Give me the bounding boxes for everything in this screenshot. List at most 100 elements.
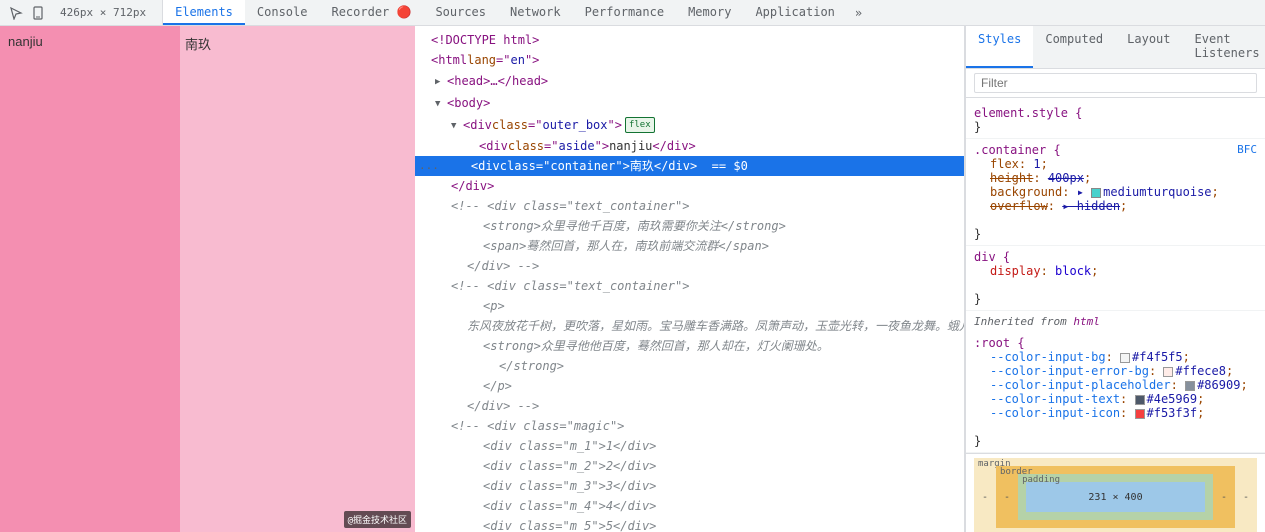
toolbar-left: 426px × 712px xyxy=(0,0,163,25)
container-open: <div xyxy=(471,157,500,175)
preview-left-text: nanjiu xyxy=(8,34,43,49)
toolbar-tabs: Elements Console Recorder 🔴 Sources Netw… xyxy=(163,0,1265,25)
tab-computed[interactable]: Computed xyxy=(1033,26,1115,68)
span1-line[interactable]: <span>蓦然回首，那人在，南玖前端交流群</span> xyxy=(415,236,964,256)
html-open: <html xyxy=(431,51,467,69)
tab-event-listeners[interactable]: Event Listeners xyxy=(1183,26,1265,68)
body-toggle[interactable] xyxy=(435,93,447,113)
tab-elements[interactable]: Elements xyxy=(163,0,245,25)
color-input-bg-prop: --color-input-bg: #f4f5f5; xyxy=(974,350,1257,364)
more-tabs-button[interactable]: » xyxy=(847,6,870,20)
color-input-placeholder-prop: --color-input-placeholder: #86909; xyxy=(974,378,1257,392)
html-eq: =" xyxy=(496,51,510,69)
inherited-source: html xyxy=(1073,315,1100,328)
aside-text: nanjiu xyxy=(609,137,652,155)
container-line[interactable]: ... <div class="container">南玖</div> == $… xyxy=(415,156,964,176)
m2-line[interactable]: <div class="m_2">2</div> xyxy=(415,456,964,476)
strong2-line[interactable]: <strong>众里寻他他百度，蓦然回首，那人却在，灯火阑珊处。 xyxy=(415,336,964,356)
comment1-line[interactable]: <!-- <div class="text_container"> xyxy=(415,196,964,216)
margin-box: margin - border - padding xyxy=(974,458,1257,532)
div-rule-close: } xyxy=(974,292,981,306)
strong2-text: <strong>众里寻他他百度，蓦然回首，那人却在，灯火阑珊处。 xyxy=(483,337,829,355)
strong-close-line[interactable]: </strong> xyxy=(415,356,964,376)
m1-text: <div class="m_1">1</div> xyxy=(483,437,656,455)
poem-text: 东风夜放花千树，更吹落，星如雨。宝马雕车香满路。凤箫声动，玉壶光转，一夜鱼龙舞。… xyxy=(467,317,965,335)
m1-line[interactable]: <div class="m_1">1</div> xyxy=(415,436,964,456)
container-selector: .container { xyxy=(974,143,1061,157)
tab-styles[interactable]: Styles xyxy=(966,26,1033,68)
div-close2-line[interactable]: </div> --> xyxy=(415,256,964,276)
doctype-line[interactable]: <!DOCTYPE html> xyxy=(415,30,964,50)
cursor-icon[interactable] xyxy=(8,5,24,21)
tab-memory[interactable]: Memory xyxy=(676,0,743,25)
tab-recorder[interactable]: Recorder 🔴 xyxy=(319,0,423,25)
inherited-from: Inherited from html xyxy=(966,311,1265,332)
filter-input[interactable] xyxy=(974,73,1257,93)
div-close-line[interactable]: </div> xyxy=(415,176,964,196)
outer-box-tag: <div xyxy=(463,116,492,134)
container-val: container xyxy=(550,157,615,175)
p-close-line[interactable]: </p> xyxy=(415,376,964,396)
aside-open: <div xyxy=(479,137,508,155)
div-close3-line[interactable]: </div> --> xyxy=(415,396,964,416)
aside-line[interactable]: <div class="aside">nanjiu</div> xyxy=(415,136,964,156)
head-toggle[interactable] xyxy=(435,71,447,91)
margin-right: - xyxy=(1243,492,1249,503)
display-prop: display: block; xyxy=(974,264,1257,278)
m5-line[interactable]: <div class="m_5">5</div> xyxy=(415,516,964,532)
head-line[interactable]: <head>…</head> xyxy=(415,70,964,92)
span1-text: <span>蓦然回首，那人在，南玖前端交流群</span> xyxy=(483,237,769,255)
preview-pane: nanjiu 南玖 @掘金技术社区 xyxy=(0,26,415,532)
outer-box-toggle[interactable] xyxy=(451,115,463,135)
aside-close: "> xyxy=(595,137,609,155)
dots: ... xyxy=(419,157,439,175)
html-line[interactable]: <html lang="en"> xyxy=(415,50,964,70)
container-rule-close: } xyxy=(974,227,981,241)
styles-content[interactable]: element.style { } .container { BFC flex:… xyxy=(966,98,1265,532)
tab-console[interactable]: Console xyxy=(245,0,320,25)
preview-right-text: 南玖 xyxy=(185,34,211,53)
styles-pane: Styles Computed Layout Event Listeners e… xyxy=(965,26,1265,532)
tab-layout[interactable]: Layout xyxy=(1115,26,1182,68)
poem-line[interactable]: 东风夜放花千树，更吹落，星如雨。宝马雕车香满路。凤箫声动，玉壶光转，一夜鱼龙舞。… xyxy=(415,316,964,336)
styles-tabs: Styles Computed Layout Event Listeners xyxy=(966,26,1265,69)
tab-sources[interactable]: Sources xyxy=(423,0,498,25)
preview-left-bar: nanjiu xyxy=(0,26,180,532)
m5-text: <div class="m_5">5</div> xyxy=(483,517,656,532)
outer-box-line[interactable]: <div class="outer_box"> flex xyxy=(415,114,964,136)
div-selector: div { xyxy=(974,250,1010,264)
aside-attr: class xyxy=(508,137,544,155)
aside-eq: =" xyxy=(544,137,558,155)
elements-pane[interactable]: <!DOCTYPE html> <html lang="en"> <head>…… xyxy=(415,26,965,532)
strong-close-text: </strong> xyxy=(499,357,564,375)
element-style-rule: element.style { } xyxy=(966,102,1265,139)
m3-text: <div class="m_3">3</div> xyxy=(483,477,656,495)
container-text: 南玖 xyxy=(630,157,654,175)
div-close2-text: </div> --> xyxy=(467,257,539,275)
container-eq: =" xyxy=(536,157,550,175)
border-box: border - padding 231 × 400 xyxy=(996,466,1235,528)
tab-application[interactable]: Application xyxy=(743,0,846,25)
strong1-text: <strong>众里寻他千百度，南玖需要你关注</strong> xyxy=(483,217,786,235)
tab-network[interactable]: Network xyxy=(498,0,573,25)
box-model: margin - border - padding xyxy=(966,453,1265,532)
m3-line[interactable]: <div class="m_3">3</div> xyxy=(415,476,964,496)
strong1-line[interactable]: <strong>众里寻他千百度，南玖需要你关注</strong> xyxy=(415,216,964,236)
comment2-line[interactable]: <!-- <div class="text_container"> xyxy=(415,276,964,296)
outer-box-eq: =" xyxy=(528,116,542,134)
tab-performance[interactable]: Performance xyxy=(573,0,676,25)
root-selector: :root { xyxy=(974,336,1025,350)
comment3-line[interactable]: <!-- <div class="magic"> xyxy=(415,416,964,436)
html-attr-lang: lang xyxy=(467,51,496,69)
outer-box-class-attr: class xyxy=(492,116,528,134)
outer-box-close: "> xyxy=(608,116,622,134)
bfc-badge[interactable]: BFC xyxy=(1237,143,1257,156)
body-line[interactable]: <body> xyxy=(415,92,964,114)
mobile-icon[interactable] xyxy=(30,5,46,21)
root-rule: :root { --color-input-bg: #f4f5f5; --col… xyxy=(966,332,1265,453)
flex-badge[interactable]: flex xyxy=(625,117,655,133)
padding-box: padding 231 × 400 xyxy=(1018,474,1213,520)
m4-line[interactable]: <div class="m_4">4</div> xyxy=(415,496,964,516)
outer-box-class-val: outer_box xyxy=(542,116,607,134)
p-open-line[interactable]: <p> xyxy=(415,296,964,316)
